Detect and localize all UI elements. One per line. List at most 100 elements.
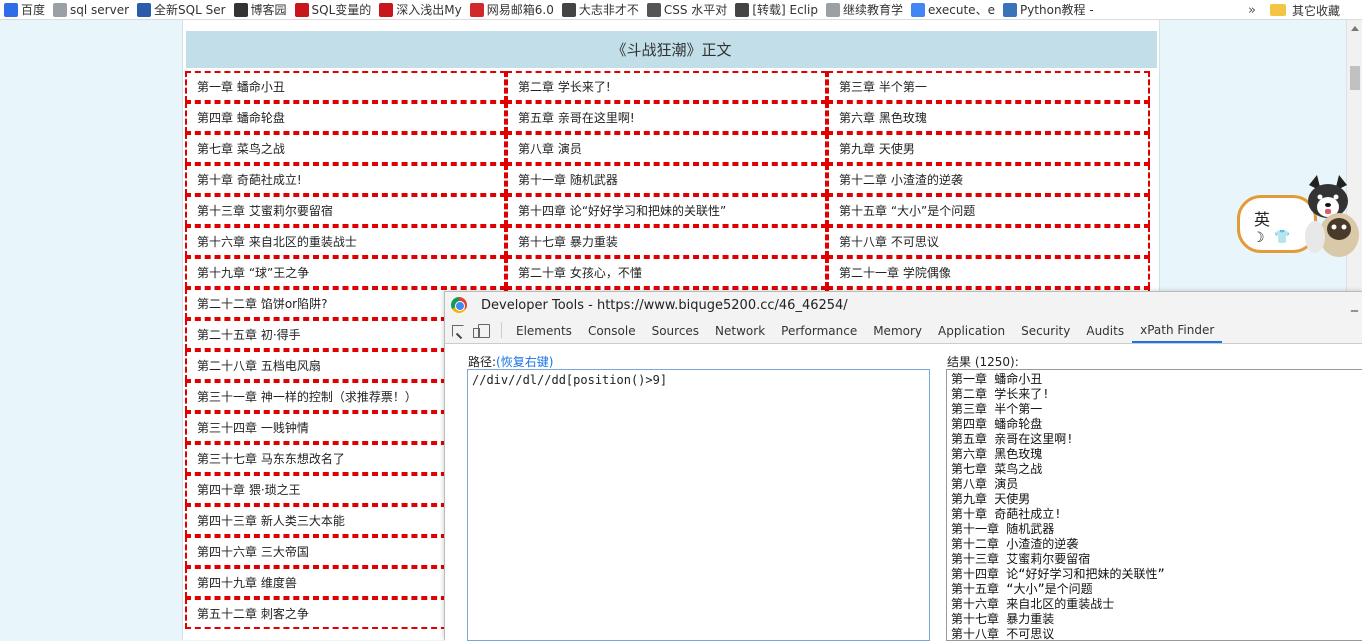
devtools-tab-sources[interactable]: Sources xyxy=(644,318,707,343)
page-icon xyxy=(53,2,68,17)
chapter-link[interactable]: 第十一章 随机武器 xyxy=(506,164,827,195)
scroll-thumb[interactable] xyxy=(1350,66,1360,90)
devtools-titlebar[interactable]: Developer Tools - https://www.biquge5200… xyxy=(445,292,1362,318)
bookmark-item[interactable]: sql server xyxy=(49,0,133,19)
bookmark-item[interactable]: 继续教育学 xyxy=(822,0,907,19)
chapter-link[interactable]: 第七章 菜鸟之战 xyxy=(185,133,506,164)
chapter-link[interactable]: 第一章 蟠命小丑 xyxy=(185,71,506,102)
inspect-element-button[interactable] xyxy=(445,318,471,343)
result-item: 第三章 半个第一 xyxy=(951,402,1043,416)
devtools-tab-console[interactable]: Console xyxy=(580,318,644,343)
devtools-tab-elements[interactable]: Elements xyxy=(508,318,580,343)
scroll-up-arrow-icon[interactable] xyxy=(1351,26,1359,31)
restore-right-click-link[interactable]: (恢复右键) xyxy=(496,355,553,369)
chapter-link[interactable]: 第五章 亲哥在这里啊! xyxy=(506,102,827,133)
result-count-label: 结果 (1250): xyxy=(947,355,1019,369)
chapter-link[interactable]: 第十八章 不可思议 xyxy=(827,226,1150,257)
devtools-tab-memory[interactable]: Memory xyxy=(865,318,930,343)
xpath-finder-panel: 路径:(恢复右键) 结果 (1250): 第一章 蟠命小丑第二章 学长来了!第三… xyxy=(445,345,1362,641)
chapter-link[interactable]: 第十五章 “大小”是个问题 xyxy=(827,195,1150,226)
chapter-link[interactable]: 第十章 奇葩社成立! xyxy=(185,164,506,195)
chapter-row: 第四章 蟠命轮盘 第五章 亲哥在这里啊! 第六章 黑色玫瑰 xyxy=(185,102,1150,133)
devtools-tab-network[interactable]: Network xyxy=(707,318,773,343)
bookmark-label: sql server xyxy=(70,2,130,17)
chapter-link[interactable]: 第九章 天使男 xyxy=(827,133,1150,164)
inspect-icon xyxy=(452,324,464,337)
chrome-logo-icon xyxy=(451,297,467,313)
dog-mascot-icon xyxy=(1305,175,1359,257)
bookmarks-overflow-button[interactable]: » xyxy=(1248,0,1256,20)
chapter-link[interactable]: 第四章 蟠命轮盘 xyxy=(185,102,506,133)
bookmark-item[interactable]: 深入浅出My xyxy=(375,0,465,19)
chapter-row: 第一章 蟠命小丑 第二章 学长来了! 第三章 半个第一 xyxy=(185,71,1150,102)
chapter-row: 第十九章 “球”王之争 第二十章 女孩心，不懂 第二十一章 学院偶像 xyxy=(185,257,1150,288)
bookmark-item[interactable]: SQL变量的 xyxy=(291,0,376,19)
result-item: 第十三章 艾蜜莉尔要留宿 xyxy=(951,552,1091,566)
chapter-link[interactable]: 第二十章 女孩心，不懂 xyxy=(506,257,827,288)
minimize-button[interactable]: _ xyxy=(1351,296,1358,312)
chapter-link[interactable]: 第十三章 艾蜜莉尔要留宿 xyxy=(185,195,506,226)
bookmark-label: 继续教育学 xyxy=(842,3,903,17)
other-bookmarks-folder[interactable]: 其它收藏 xyxy=(1270,0,1340,20)
bookmark-item[interactable]: 大志非才不 xyxy=(558,0,643,19)
css-icon xyxy=(646,2,661,17)
chapter-link[interactable]: 第二章 学长来了! xyxy=(506,71,827,102)
book-title: 《斗战狂潮》正文 xyxy=(186,31,1157,68)
chapter-link[interactable]: 第二十一章 学院偶像 xyxy=(827,257,1150,288)
blog-icon xyxy=(735,2,750,17)
sql-icon xyxy=(137,2,152,17)
devtools-window: Developer Tools - https://www.biquge5200… xyxy=(444,291,1362,641)
moon-icon[interactable]: ☽ xyxy=(1252,230,1265,246)
csdn-icon xyxy=(379,2,394,17)
bookmark-item[interactable]: Python教程 - xyxy=(999,0,1098,19)
chapter-link[interactable]: 第六章 黑色玫瑰 xyxy=(827,102,1150,133)
devtools-tab-security[interactable]: Security xyxy=(1013,318,1078,343)
result-item: 第二章 学长来了! xyxy=(951,387,1050,401)
results-list[interactable]: 第一章 蟠命小丑 第二章 学长来了! 第三章 半个第一 第四章 蟠命轮盘 第五章 亲哥在… xyxy=(946,369,1362,641)
chapter-row: 第十六章 来自北区的重装战士 第十七章 暴力重装 第十八章 不可思议 xyxy=(185,226,1150,257)
bookmark-item[interactable]: CSS 水平对 xyxy=(643,0,731,19)
bookmark-item[interactable]: 博客园 xyxy=(230,0,291,19)
mascot-widget[interactable]: 英 ☽ 👕 xyxy=(1237,175,1362,257)
devtools-title: Developer Tools - https://www.biquge5200… xyxy=(481,297,848,313)
result-item: 第十七章 暴力重装 xyxy=(951,612,1055,626)
devtools-tab-application[interactable]: Application xyxy=(930,318,1013,343)
chapter-row: 第十三章 艾蜜莉尔要留宿 第十四章 论“好好学习和把妹的关联性” 第十五章 “大小”… xyxy=(185,195,1150,226)
xpath-input[interactable] xyxy=(467,369,930,641)
path-label: 路径:(恢复右键) xyxy=(468,353,553,370)
shirt-icon[interactable]: 👕 xyxy=(1274,230,1290,245)
bookmark-item[interactable]: execute、e xyxy=(907,0,999,19)
devtools-tab-performance[interactable]: Performance xyxy=(773,318,865,343)
bookmark-label: 全新SQL Ser xyxy=(154,3,226,17)
chapter-link[interactable]: 第十九章 “球”王之争 xyxy=(185,257,506,288)
bookmark-label: 百度 xyxy=(21,3,46,17)
chapter-link[interactable]: 第十七章 暴力重装 xyxy=(506,226,827,257)
bookmark-label: execute、e xyxy=(927,3,995,17)
path-label-text: 路径: xyxy=(468,355,497,369)
devtools-tab-xpath-finder[interactable]: xPath Finder xyxy=(1132,318,1223,343)
python-icon xyxy=(1002,2,1017,17)
bookmark-item[interactable]: 网易邮箱6.0 xyxy=(466,0,558,19)
chapter-link[interactable]: 第十四章 论“好好学习和把妹的关联性” xyxy=(506,195,827,226)
other-bookmarks-label: 其它收藏 xyxy=(1292,3,1341,18)
bookmark-label: [转载] Eclip xyxy=(752,3,818,17)
cnblogs-icon xyxy=(233,2,248,17)
chapter-link[interactable]: 第十六章 来自北区的重装战士 xyxy=(185,226,506,257)
bookmark-item[interactable]: 全新SQL Ser xyxy=(133,0,230,19)
devtools-tab-audits[interactable]: Audits xyxy=(1078,318,1132,343)
bookmark-label: SQL变量的 xyxy=(311,3,372,17)
bookmark-label: 网易邮箱6.0 xyxy=(486,3,554,17)
result-item: 第四章 蟠命轮盘 xyxy=(951,417,1043,431)
device-toolbar-button[interactable] xyxy=(471,318,497,343)
mail-icon xyxy=(469,2,484,17)
chapter-link[interactable]: 第八章 演员 xyxy=(506,133,827,164)
chapter-link[interactable]: 第三章 半个第一 xyxy=(827,71,1150,102)
result-item: 第六章 黑色玫瑰 xyxy=(951,447,1043,461)
bookmark-item[interactable]: [转载] Eclip xyxy=(731,0,822,19)
bookmark-item[interactable]: 百度 xyxy=(0,0,49,19)
bookmark-label: CSS 水平对 xyxy=(663,3,728,17)
blog-icon xyxy=(561,2,576,17)
google-icon xyxy=(910,2,925,17)
bookmarks-bar: 百度 sql server 全新SQL Ser 博客园 SQL变量的 深入浅出My 网易邮箱… xyxy=(0,0,1362,20)
chapter-link[interactable]: 第十二章 小渣渣的逆袭 xyxy=(827,164,1150,195)
